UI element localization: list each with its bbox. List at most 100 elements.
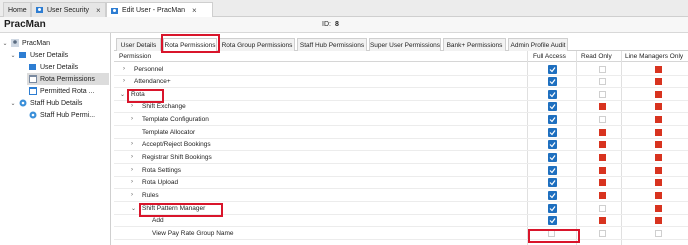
tab-home[interactable]: Home [3,2,31,17]
line-managers-checkbox[interactable] [655,91,662,98]
chevron-right-icon[interactable]: › [131,141,133,147]
gear-icon [29,111,37,119]
table-row[interactable]: › Accept/Reject Bookings [114,139,688,151]
full-access-checkbox[interactable] [548,65,557,74]
column-header-full-access[interactable]: Full Access [533,53,566,60]
tree-item-label: Permitted Rota ... [40,87,95,95]
full-access-checkbox[interactable] [548,191,557,200]
chevron-right-icon[interactable]: › [123,78,125,84]
read-only-checkbox[interactable] [599,205,606,212]
tree-item-staff-hub-details[interactable]: ⌄ Staff Hub Details [10,97,82,109]
line-managers-checkbox[interactable] [655,141,662,148]
line-managers-checkbox[interactable] [655,217,662,224]
tree-item-label: Staff Hub Details [30,99,83,107]
tree-item-user-details-child[interactable]: User Details [29,61,78,73]
line-managers-checkbox[interactable] [655,116,662,123]
table-row[interactable]: View Pay Rate Group Name [114,228,688,240]
line-managers-checkbox[interactable] [655,66,662,73]
column-header-permission[interactable]: Permission [119,53,151,60]
column-header-line-managers[interactable]: Line Managers Only [625,53,683,60]
tab-super-user-permissions[interactable]: Super User Permissions [369,38,441,51]
full-access-checkbox[interactable] [548,128,557,137]
tree-item-rota-permissions[interactable]: Rota Permissions [27,73,109,85]
read-only-checkbox[interactable] [599,103,606,110]
line-managers-checkbox[interactable] [655,129,662,136]
read-only-checkbox[interactable] [599,91,606,98]
read-only-checkbox[interactable] [599,78,606,85]
table-row[interactable]: › Personnel [114,64,688,76]
chevron-down-icon[interactable]: ⌄ [10,52,16,59]
permission-label: Add [152,217,164,224]
tab-user-details[interactable]: User Details [116,38,161,51]
line-managers-checkbox[interactable] [655,167,662,174]
id-label: ID: [322,21,331,28]
tree-item-staff-hub-permissions[interactable]: Staff Hub Permi... [29,109,95,121]
full-access-checkbox[interactable] [548,115,557,124]
table-row[interactable]: › Rules [114,190,688,202]
table-row[interactable]: › Rota Settings [114,165,688,177]
read-only-checkbox[interactable] [599,217,606,224]
table-row[interactable]: ⌄ Rota [114,89,688,101]
tab-admin-profile-audit[interactable]: Admin Profile Audit [508,38,568,51]
full-access-checkbox[interactable] [548,204,557,213]
read-only-checkbox[interactable] [599,230,606,237]
shield-icon [19,52,26,58]
table-row[interactable]: › Shift Exchange [114,101,688,113]
close-icon[interactable]: × [96,6,101,15]
chevron-down-icon[interactable]: ⌄ [131,205,136,212]
line-managers-checkbox[interactable] [655,154,662,161]
chevron-down-icon[interactable]: ⌄ [10,100,16,107]
full-access-checkbox[interactable] [548,102,557,111]
read-only-checkbox[interactable] [599,179,606,186]
tab-bank-permissions[interactable]: Bank+ Permissions [443,38,506,51]
tree-item-pracman[interactable]: ⌄ PracMan [2,37,50,49]
chevron-right-icon[interactable]: › [131,103,133,109]
table-row[interactable]: › Rota Upload [114,177,688,189]
table-row[interactable]: Template Allocator [114,127,688,139]
read-only-checkbox[interactable] [599,141,606,148]
line-managers-checkbox[interactable] [655,179,662,186]
permission-label: Rules [142,192,159,199]
line-managers-checkbox[interactable] [655,78,662,85]
chevron-right-icon[interactable]: › [131,154,133,160]
shield-icon [29,64,36,70]
chevron-right-icon[interactable]: › [123,66,125,72]
tab-rota-group-permissions[interactable]: Rota Group Permissions [219,38,295,51]
chevron-down-icon[interactable]: ⌄ [2,40,8,47]
read-only-checkbox[interactable] [599,154,606,161]
table-row[interactable]: › Template Configuration [114,114,688,126]
read-only-checkbox[interactable] [599,129,606,136]
full-access-checkbox[interactable] [548,166,557,175]
chevron-right-icon[interactable]: › [131,179,133,185]
tab-edit-user[interactable]: Edit User - PracMan × [106,2,213,18]
permission-label: Personnel [134,66,164,73]
full-access-checkbox[interactable] [548,216,557,225]
full-access-checkbox[interactable] [548,140,557,149]
table-row[interactable]: › Attendance+ [114,76,688,88]
column-header-read-only[interactable]: Read Only [581,53,612,60]
line-managers-checkbox[interactable] [655,230,662,237]
line-managers-checkbox[interactable] [655,103,662,110]
read-only-checkbox[interactable] [599,192,606,199]
chevron-right-icon[interactable]: › [131,192,133,198]
chevron-right-icon[interactable]: › [131,167,133,173]
tree-item-label: Staff Hub Permi... [40,111,96,119]
full-access-checkbox[interactable] [548,178,557,187]
close-icon[interactable]: × [192,6,197,15]
read-only-checkbox[interactable] [599,116,606,123]
chevron-down-icon[interactable]: ⌄ [120,91,125,98]
calendar-key-icon [29,87,37,95]
full-access-checkbox[interactable] [548,90,557,99]
full-access-checkbox[interactable] [548,77,557,86]
read-only-checkbox[interactable] [599,167,606,174]
tab-staff-hub-permissions[interactable]: Staff Hub Permissions [297,38,367,51]
line-managers-checkbox[interactable] [655,205,662,212]
chevron-right-icon[interactable]: › [131,116,133,122]
line-managers-checkbox[interactable] [655,192,662,199]
full-access-checkbox[interactable] [548,153,557,162]
tree-item-permitted-rota[interactable]: Permitted Rota ... [29,85,94,97]
tree-item-user-details[interactable]: ⌄ User Details [10,49,68,61]
table-row[interactable]: › Registrar Shift Bookings [114,152,688,164]
tab-user-security[interactable]: User Security × [31,2,106,17]
read-only-checkbox[interactable] [599,66,606,73]
